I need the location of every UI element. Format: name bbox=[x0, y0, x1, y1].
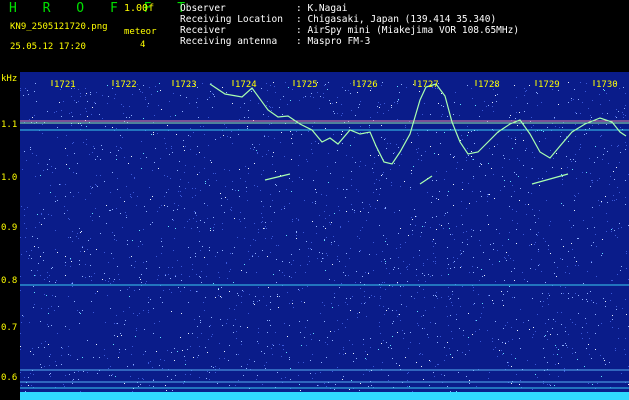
date-time: 25.05.12 17:20 bbox=[10, 42, 86, 52]
info-row-observer: Observer: K.Nagai bbox=[180, 3, 348, 14]
time-tick-label: 1723 bbox=[175, 80, 197, 90]
version-label: 1.00f bbox=[124, 3, 155, 14]
y-tick-label: 0.9 bbox=[1, 223, 18, 233]
header-panel: H R O F F T 1.00f KN9_2505121720.png met… bbox=[0, 0, 629, 72]
meteor-label: meteor bbox=[124, 27, 157, 37]
y-tick-label: 1.1 bbox=[1, 120, 18, 130]
app-title: H R O F F T bbox=[9, 1, 195, 16]
y-tick-label: 0.6 bbox=[1, 373, 18, 383]
time-tick-label: 1728 bbox=[478, 80, 500, 90]
time-tick-label: 1729 bbox=[538, 80, 560, 90]
station-info: Observer: K.Nagai Receiving Location: Ch… bbox=[180, 3, 519, 47]
info-row-receiver: Receiver: AirSpy mini (Miakejima VOR 108… bbox=[180, 25, 520, 36]
time-tick-label: 1727 bbox=[417, 80, 439, 90]
time-tick-label: 1726 bbox=[356, 80, 378, 90]
spectrogram-plot bbox=[20, 72, 629, 400]
bottom-band bbox=[20, 392, 629, 400]
y-tick-label: 0.8 bbox=[1, 276, 18, 286]
time-tick-label: 1730 bbox=[596, 80, 618, 90]
time-tick-label: 1721 bbox=[54, 80, 76, 90]
time-tick-label: 1724 bbox=[235, 80, 257, 90]
time-tick-label: 1725 bbox=[296, 80, 318, 90]
y-axis-unit: kHz bbox=[1, 74, 18, 84]
info-row-antenna: Receiving antenna: Maspro FM-3 bbox=[180, 36, 371, 47]
y-tick-label: 1.0 bbox=[1, 173, 18, 183]
meteor-count: 4 bbox=[140, 40, 146, 50]
y-tick-label: 0.7 bbox=[1, 323, 18, 333]
info-row-location: Receiving Location: Chigasaki, Japan (13… bbox=[180, 14, 497, 25]
file-name: KN9_2505121720.png bbox=[10, 22, 108, 32]
time-tick-label: 1722 bbox=[115, 80, 137, 90]
